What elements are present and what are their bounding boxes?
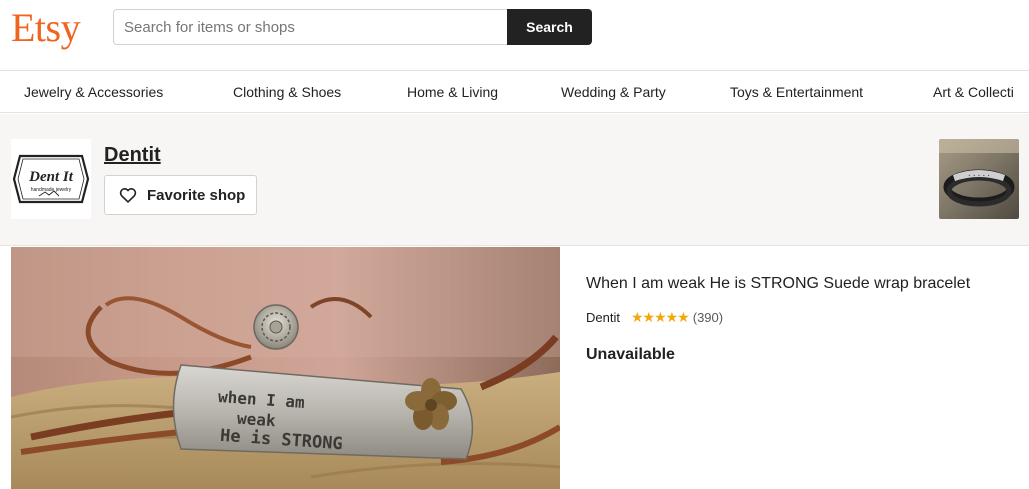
- category-home-living[interactable]: Home & Living: [407, 83, 498, 101]
- bracelet-product-photo: when I am weak He is STRONG: [11, 247, 560, 489]
- search-bar: Search: [113, 9, 592, 45]
- category-nav: Jewelry & Accessories Clothing & Shoes H…: [0, 70, 1029, 113]
- listing-seller-name[interactable]: Dentit: [586, 310, 620, 325]
- listing-title[interactable]: When I am weak He is STRONG Suede wrap b…: [586, 274, 970, 294]
- favorite-shop-label: Favorite shop: [147, 186, 246, 204]
- shop-logo-text: Dent It: [28, 169, 74, 185]
- category-clothing-shoes[interactable]: Clothing & Shoes: [233, 83, 341, 101]
- category-jewelry-accessories[interactable]: Jewelry & Accessories: [24, 83, 163, 101]
- heart-outline-icon: [119, 188, 137, 203]
- search-input[interactable]: [113, 9, 508, 45]
- category-art-collectibles[interactable]: Art & Collecti: [933, 83, 1014, 101]
- shop-name-link[interactable]: Dentit: [104, 144, 161, 167]
- favorite-shop-button[interactable]: Favorite shop: [104, 175, 257, 215]
- site-header: Etsy Search: [0, 0, 1029, 70]
- star-rating-icon: ★★★★★: [630, 308, 690, 325]
- listing-meta: Dentit ★★★★★ (390): [586, 308, 723, 326]
- svg-text:• • • • •: • • • • •: [968, 173, 990, 178]
- shop-banner: Dent It handmade jewelry Dentit Favorite…: [0, 114, 1029, 246]
- shop-logo-graphic: Dent It handmade jewelry: [12, 154, 90, 204]
- listing-image[interactable]: when I am weak He is STRONG: [11, 247, 560, 489]
- bracelet-thumbnail-image: • • • • •: [939, 139, 1019, 219]
- shop-logo[interactable]: Dent It handmade jewelry: [11, 139, 91, 219]
- etsy-logo[interactable]: Etsy: [11, 4, 81, 52]
- category-wedding-party[interactable]: Wedding & Party: [561, 83, 666, 101]
- category-toys-entertainment[interactable]: Toys & Entertainment: [730, 83, 863, 101]
- shop-logo-subtext: handmade jewelry: [31, 187, 72, 193]
- shop-listing-thumbnail[interactable]: • • • • •: [939, 139, 1019, 219]
- review-count: (390): [692, 309, 724, 325]
- search-button[interactable]: Search: [507, 9, 592, 45]
- availability-status: Unavailable: [586, 346, 675, 363]
